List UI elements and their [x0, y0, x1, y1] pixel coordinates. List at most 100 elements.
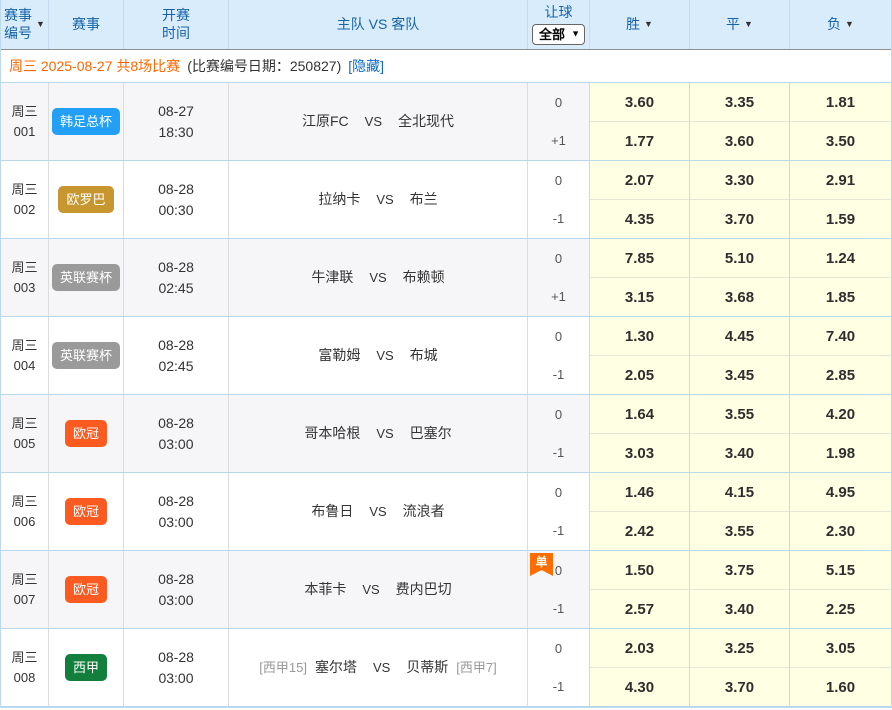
- draw-odds-line1[interactable]: 3.35: [690, 83, 789, 121]
- win-odds-cell: 7.85 3.15: [590, 239, 690, 316]
- handicap-value: 0: [528, 161, 589, 200]
- handicap-filter-select[interactable]: 全部: [532, 24, 585, 45]
- draw-odds-cell: 5.10 3.68: [690, 239, 790, 316]
- away-team: 布城: [410, 345, 438, 366]
- lose-odds-line1[interactable]: 1.24: [790, 239, 891, 277]
- lose-odds-line2[interactable]: 1.98: [790, 433, 891, 472]
- lose-odds-line2[interactable]: 1.85: [790, 277, 891, 316]
- win-odds-line1[interactable]: 1.50: [590, 551, 689, 589]
- chevron-down-icon: ▼: [36, 19, 45, 30]
- col-header-draw[interactable]: 平 ▼: [690, 0, 790, 49]
- lose-odds-line1[interactable]: 2.91: [790, 161, 891, 199]
- col-header-lose[interactable]: 负 ▼: [790, 0, 891, 49]
- win-odds-line1[interactable]: 1.64: [590, 395, 689, 433]
- lose-odds-line1[interactable]: 1.81: [790, 83, 891, 121]
- draw-odds-line2[interactable]: 3.60: [690, 121, 789, 160]
- draw-odds-cell: 4.45 3.45: [690, 317, 790, 394]
- win-odds-line2[interactable]: 2.42: [590, 511, 689, 550]
- home-team: 牛津联: [311, 267, 353, 288]
- vs-label: VS: [376, 346, 393, 366]
- vs-label: VS: [365, 112, 382, 132]
- win-odds-line2[interactable]: 1.77: [590, 121, 689, 160]
- league-badge[interactable]: 西甲: [65, 654, 107, 682]
- win-odds-line1[interactable]: 1.46: [590, 473, 689, 511]
- league-cell: 英联赛杯: [49, 239, 124, 316]
- home-team: 江原FC: [302, 111, 349, 132]
- win-odds-line1[interactable]: 2.07: [590, 161, 689, 199]
- col-header-match-no[interactable]: 赛事 编号 ▼: [1, 0, 49, 49]
- col-header-win[interactable]: 胜 ▼: [590, 0, 690, 49]
- draw-odds-line1[interactable]: 4.45: [690, 317, 789, 355]
- lose-odds-cell: 3.05 1.60: [790, 629, 891, 706]
- draw-odds-line2[interactable]: 3.45: [690, 355, 789, 394]
- league-badge[interactable]: 英联赛杯: [52, 342, 120, 370]
- match-date: 08-28: [158, 179, 194, 200]
- match-row: 周三 002 欧罗巴 08-28 00:30 拉纳卡 VS 布兰 0 -1 2.…: [1, 161, 891, 239]
- lose-odds-line1[interactable]: 4.95: [790, 473, 891, 511]
- match-time: 03:00: [158, 590, 193, 611]
- win-odds-line2[interactable]: 4.30: [590, 667, 689, 706]
- home-team: 富勒姆: [318, 345, 360, 366]
- draw-odds-line2[interactable]: 3.55: [690, 511, 789, 550]
- draw-odds-line1[interactable]: 3.55: [690, 395, 789, 433]
- match-number-cell: 周三 008: [1, 629, 49, 706]
- draw-odds-line2[interactable]: 3.40: [690, 589, 789, 628]
- lose-odds-line2[interactable]: 1.60: [790, 667, 891, 706]
- lose-odds-line1[interactable]: 5.15: [790, 551, 891, 589]
- match-time: 03:00: [158, 512, 193, 533]
- match-no: 007: [14, 590, 36, 610]
- chevron-down-icon: ▼: [845, 19, 854, 30]
- league-badge[interactable]: 欧冠: [65, 420, 107, 448]
- lose-odds-cell: 1.24 1.85: [790, 239, 891, 316]
- win-odds-cell: 3.60 1.77: [590, 83, 690, 160]
- league-badge[interactable]: 韩足总杯: [52, 108, 120, 136]
- lose-odds-line1[interactable]: 4.20: [790, 395, 891, 433]
- league-badge[interactable]: 英联赛杯: [52, 264, 120, 292]
- league-badge[interactable]: 欧冠: [65, 576, 107, 604]
- win-odds-line2[interactable]: 3.03: [590, 433, 689, 472]
- win-odds-line1[interactable]: 7.85: [590, 239, 689, 277]
- win-odds-line2[interactable]: 2.05: [590, 355, 689, 394]
- win-odds-line1[interactable]: 3.60: [590, 83, 689, 121]
- col-header-teams: 主队 VS 客队: [229, 0, 528, 49]
- draw-odds-cell: 3.35 3.60: [690, 83, 790, 160]
- draw-odds-line1[interactable]: 4.15: [690, 473, 789, 511]
- win-odds-line1[interactable]: 1.30: [590, 317, 689, 355]
- match-no: 004: [14, 356, 36, 376]
- lose-odds-line1[interactable]: 3.05: [790, 629, 891, 667]
- league-badge[interactable]: 欧冠: [65, 498, 107, 526]
- win-odds-line1[interactable]: 2.03: [590, 629, 689, 667]
- draw-odds-line1[interactable]: 3.25: [690, 629, 789, 667]
- draw-odds-line2[interactable]: 3.70: [690, 199, 789, 238]
- match-row: 周三 005 欧冠 08-28 03:00 哥本哈根 VS 巴塞尔 0 -1 1…: [1, 395, 891, 473]
- draw-odds-line1[interactable]: 3.75: [690, 551, 789, 589]
- draw-odds-cell: 3.30 3.70: [690, 161, 790, 238]
- lose-odds-line2[interactable]: 3.50: [790, 121, 891, 160]
- handicap-value: -1: [528, 590, 589, 629]
- win-odds-line2[interactable]: 2.57: [590, 589, 689, 628]
- lose-odds-cell: 2.91 1.59: [790, 161, 891, 238]
- draw-odds-line2[interactable]: 3.40: [690, 433, 789, 472]
- win-odds-line2[interactable]: 4.35: [590, 199, 689, 238]
- draw-odds-line2[interactable]: 3.68: [690, 277, 789, 316]
- handicap-cell: 单 0 -1: [528, 551, 590, 628]
- league-badge[interactable]: 欧罗巴: [58, 186, 113, 214]
- match-no: 003: [14, 278, 36, 298]
- draw-odds-line2[interactable]: 3.70: [690, 667, 789, 706]
- match-date: 08-28: [158, 569, 194, 590]
- draw-odds-line1[interactable]: 3.30: [690, 161, 789, 199]
- lose-odds-cell: 4.95 2.30: [790, 473, 891, 550]
- win-odds-line2[interactable]: 3.15: [590, 277, 689, 316]
- lose-odds-line2[interactable]: 2.30: [790, 511, 891, 550]
- handicap-value: +1: [528, 122, 589, 161]
- chevron-down-icon: ▼: [644, 19, 653, 30]
- win-odds-cell: 2.03 4.30: [590, 629, 690, 706]
- hide-link[interactable]: [隐藏]: [348, 56, 384, 76]
- away-team: 流浪者: [403, 501, 445, 522]
- draw-odds-line1[interactable]: 5.10: [690, 239, 789, 277]
- lose-odds-line2[interactable]: 1.59: [790, 199, 891, 238]
- lose-odds-line2[interactable]: 2.85: [790, 355, 891, 394]
- lose-odds-line2[interactable]: 2.25: [790, 589, 891, 628]
- lose-odds-line1[interactable]: 7.40: [790, 317, 891, 355]
- table-body: 周三 001 韩足总杯 08-27 18:30 江原FC VS 全北现代 0 +…: [1, 83, 891, 707]
